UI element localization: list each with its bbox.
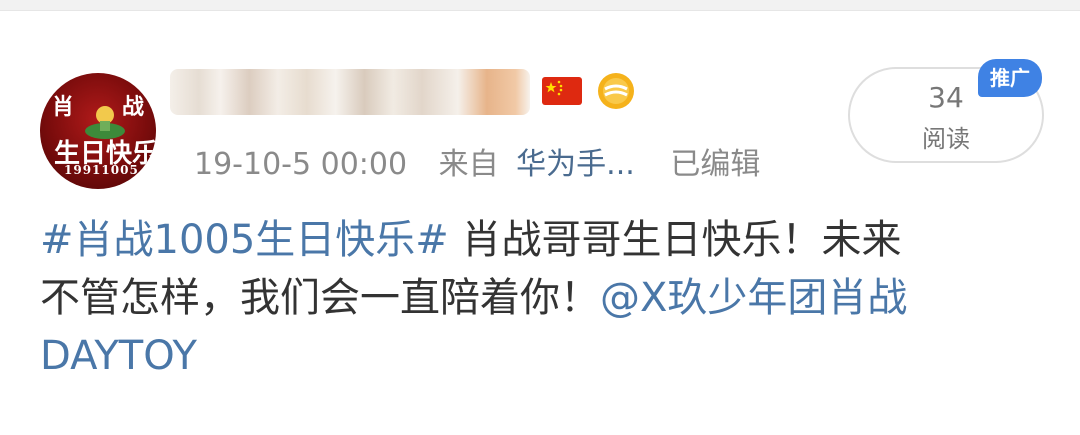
content-text-2: 不管怎样，我们会一直陪着你！ (40, 275, 600, 321)
read-label: 阅读 (922, 125, 970, 153)
avatar-text-top-right: 战 (122, 94, 145, 120)
mention-link-continued[interactable]: DAYTOY (40, 333, 197, 379)
content-line-2: 不管怎样，我们会一直陪着你！@X玖少年团肖战 (40, 269, 1040, 327)
content-line-1: #肖战1005生日快乐# 肖战哥哥生日快乐！未来 (40, 211, 1040, 269)
sun-badge-icon (598, 73, 634, 109)
device-source-link[interactable]: 华为手... (516, 139, 635, 183)
china-flag-icon (542, 77, 582, 105)
hashtag-link[interactable]: #肖战1005生日快乐# (40, 217, 449, 263)
post-content: #肖战1005生日快乐# 肖战哥哥生日快乐！未来 不管怎样，我们会一直陪着你！@… (40, 211, 1040, 385)
weibo-post-card: 肖 战 生日快乐 19911005 19-10-5 00:00 来自 华为手..… (0, 10, 1080, 435)
avatar-text-bottom: 19911005 (64, 163, 139, 177)
post-meta: 19-10-5 00:00 来自 华为手... 已编辑 (194, 139, 760, 183)
from-label: 来自 (438, 147, 499, 182)
content-text-1: 肖战哥哥生日快乐！未来 (448, 217, 902, 263)
promo-badge[interactable]: 推广 (978, 59, 1042, 97)
user-avatar[interactable]: 肖 战 生日快乐 19911005 (40, 73, 156, 189)
edited-label[interactable]: 已编辑 (670, 139, 760, 183)
username-blurred[interactable] (170, 69, 530, 115)
post-time: 19-10-5 00:00 (194, 147, 408, 182)
content-line-3: DAYTOY (40, 327, 1040, 385)
avatar-text-top-left: 肖 (52, 94, 75, 120)
mention-link[interactable]: @X玖少年团肖战 (600, 275, 907, 321)
